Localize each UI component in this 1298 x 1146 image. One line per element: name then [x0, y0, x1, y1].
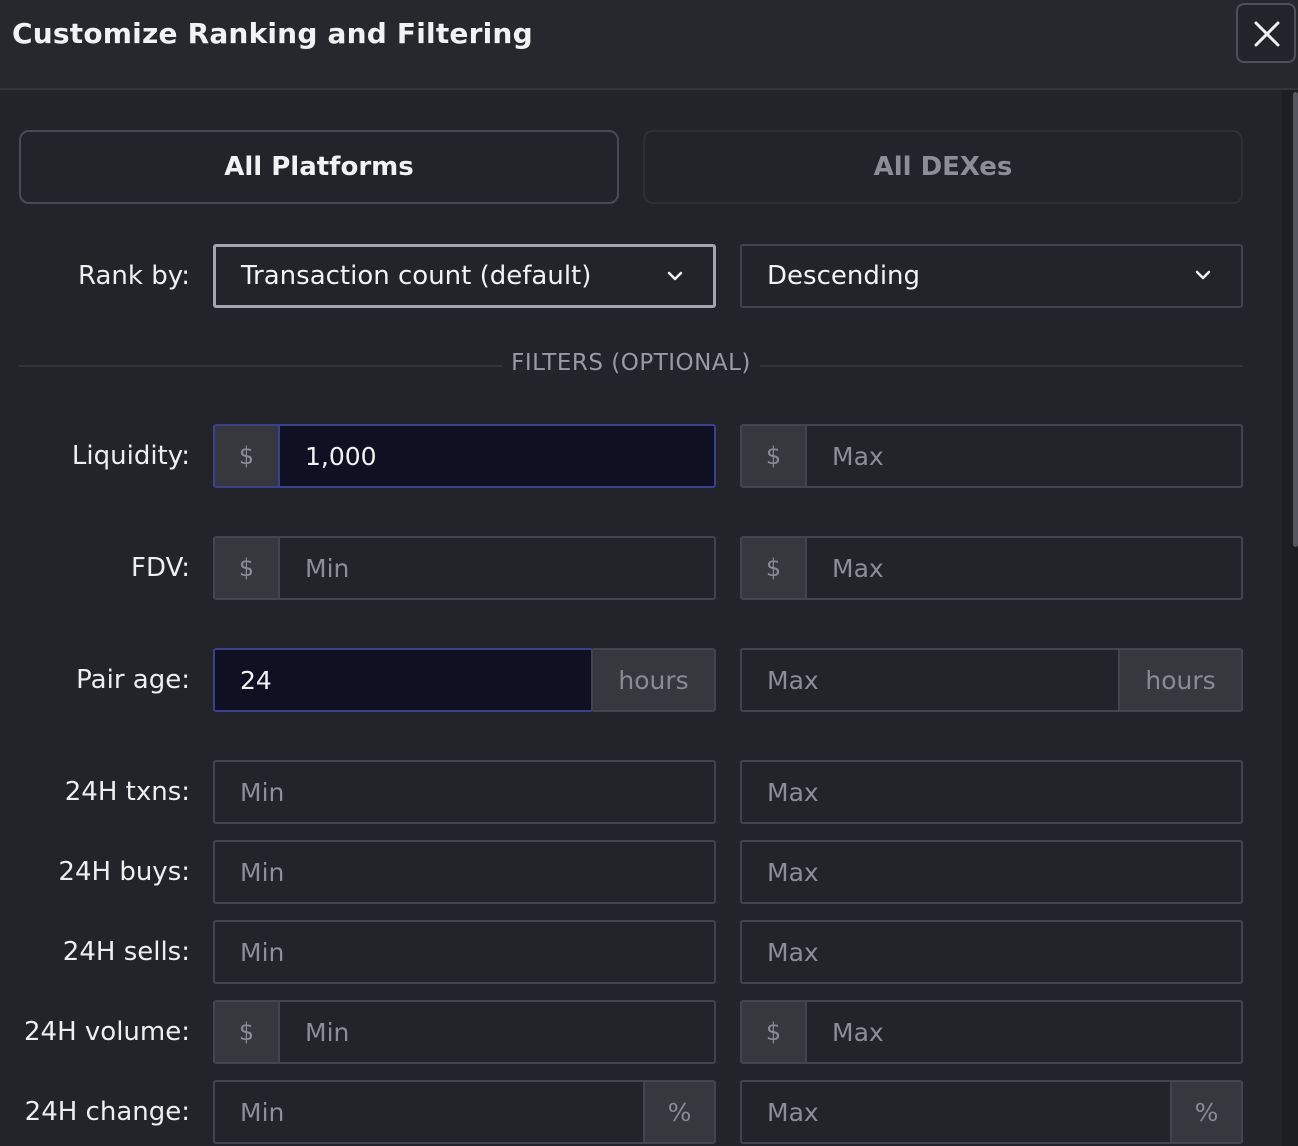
liquidity-label: Liquidity: — [71, 441, 190, 471]
dollar-prefix: $ — [742, 1002, 807, 1062]
liquidity-max-field[interactable]: $ Max — [740, 424, 1243, 488]
pair-age-max-placeholder[interactable]: Max — [742, 650, 1118, 710]
liquidity-min-field[interactable]: $ 1,000 — [213, 424, 716, 488]
chevron-down-icon — [667, 271, 683, 281]
change-max-placeholder[interactable]: Max — [742, 1082, 1170, 1142]
pair-age-min-field[interactable]: 24 — [213, 648, 593, 712]
txns-min-field[interactable]: Min — [213, 760, 716, 824]
change-label: 24H change: — [24, 1097, 190, 1127]
change-max-field[interactable]: Max % — [740, 1080, 1243, 1144]
fdv-label: FDV: — [131, 553, 190, 583]
tab-all-platforms[interactable]: All Platforms — [19, 130, 619, 204]
buys-min-placeholder[interactable]: Min — [215, 842, 714, 902]
sells-min-field[interactable]: Min — [213, 920, 716, 984]
rank-by-label: Rank by: — [78, 261, 190, 291]
hours-suffix-text: hours — [593, 650, 714, 710]
filters-heading: FILTERS (OPTIONAL) — [511, 350, 751, 376]
rank-field-value: Transaction count (default) — [241, 261, 592, 291]
volume-min-field[interactable]: $ Min — [213, 1000, 716, 1064]
percent-suffix: % — [643, 1082, 714, 1142]
pair-age-min-group[interactable]: 24 hours — [213, 648, 716, 712]
volume-min-placeholder[interactable]: Min — [280, 1002, 714, 1062]
rank-order-select[interactable]: Descending — [740, 244, 1243, 308]
sells-max-placeholder[interactable]: Max — [742, 922, 1241, 982]
volume-label: 24H volume: — [24, 1017, 190, 1047]
fdv-min-field[interactable]: $ Min — [213, 536, 716, 600]
hours-suffix: hours — [591, 648, 716, 712]
pair-age-min-value[interactable]: 24 — [215, 650, 591, 710]
dollar-prefix: $ — [215, 538, 280, 598]
tab-all-dexes[interactable]: All DEXes — [643, 130, 1243, 204]
sells-max-field[interactable]: Max — [740, 920, 1243, 984]
dialog-title: Customize Ranking and Filtering — [12, 17, 533, 50]
dollar-prefix: $ — [742, 538, 807, 598]
sells-min-placeholder[interactable]: Min — [215, 922, 714, 982]
percent-suffix: % — [1170, 1082, 1241, 1142]
rank-order-value: Descending — [767, 261, 921, 291]
fdv-max-placeholder[interactable]: Max — [807, 538, 1241, 598]
fdv-min-placeholder[interactable]: Min — [280, 538, 714, 598]
buys-label: 24H buys: — [58, 857, 190, 887]
txns-min-placeholder[interactable]: Min — [215, 762, 714, 822]
divider-right — [760, 365, 1243, 367]
pair-age-max-field[interactable]: Max hours — [740, 648, 1243, 712]
dialog-header: Customize Ranking and Filtering — [0, 0, 1298, 90]
txns-max-field[interactable]: Max — [740, 760, 1243, 824]
chevron-down-icon — [1195, 270, 1211, 280]
volume-max-field[interactable]: $ Max — [740, 1000, 1243, 1064]
buys-max-placeholder[interactable]: Max — [742, 842, 1241, 902]
hours-suffix-text: hours — [1118, 650, 1241, 710]
scrollbar-thumb[interactable] — [1293, 92, 1298, 547]
buys-min-field[interactable]: Min — [213, 840, 716, 904]
dollar-prefix: $ — [215, 426, 280, 486]
divider-left — [19, 365, 502, 367]
change-min-placeholder[interactable]: Min — [215, 1082, 643, 1142]
sells-label: 24H sells: — [62, 937, 190, 967]
dollar-prefix: $ — [742, 426, 807, 486]
close-icon — [1254, 21, 1280, 47]
fdv-max-field[interactable]: $ Max — [740, 536, 1243, 600]
buys-max-field[interactable]: Max — [740, 840, 1243, 904]
txns-max-placeholder[interactable]: Max — [742, 762, 1241, 822]
liquidity-min-value[interactable]: 1,000 — [280, 426, 714, 486]
pair-age-label: Pair age: — [76, 665, 190, 695]
liquidity-max-placeholder[interactable]: Max — [807, 426, 1241, 486]
change-min-field[interactable]: Min % — [213, 1080, 716, 1144]
dollar-prefix: $ — [215, 1002, 280, 1062]
txns-label: 24H txns: — [64, 777, 190, 807]
volume-max-placeholder[interactable]: Max — [807, 1002, 1241, 1062]
rank-field-select[interactable]: Transaction count (default) — [213, 244, 716, 308]
close-button[interactable] — [1236, 3, 1296, 63]
